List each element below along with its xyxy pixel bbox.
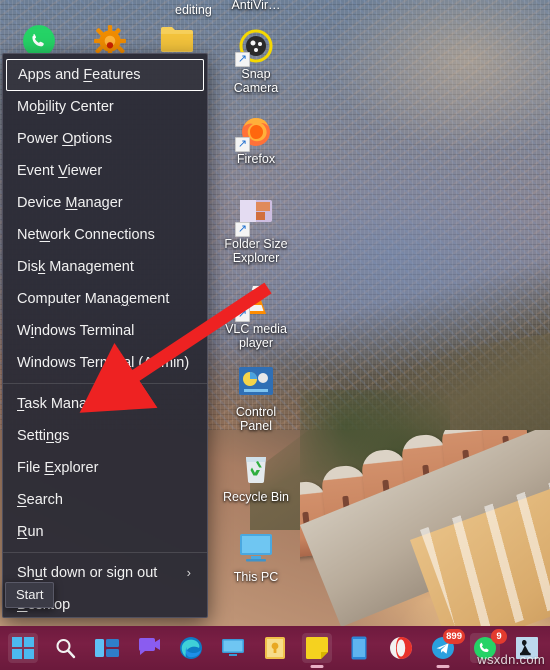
desktop-icon-label: Control Panel — [235, 405, 277, 433]
desktop-icon-control-panel[interactable]: Control Panel — [213, 366, 299, 433]
power-menu-item-windows-terminal[interactable]: Windows Terminal — [3, 315, 207, 347]
power-menu-item-label: Apps and Features — [18, 67, 141, 83]
taskbar-item-telegram[interactable]: 899 — [428, 629, 465, 668]
microsoft-edge-icon — [180, 637, 202, 659]
desktop-editing-label: editing — [175, 3, 212, 17]
running-indicator — [436, 665, 450, 668]
taskbar-item-notes-app[interactable] — [302, 633, 332, 668]
power-menu-item-label: Windows Terminal (Admin) — [17, 355, 190, 371]
power-menu-item-device-manager[interactable]: Device Manager — [3, 187, 207, 219]
firefox-icon: ↗ — [235, 113, 274, 152]
opera-icon — [390, 637, 412, 659]
power-menu-item-event-viewer[interactable]: Event Viewer — [3, 155, 207, 187]
power-menu-item-label: File Explorer — [17, 460, 99, 476]
taskbar-item-task-view[interactable] — [92, 633, 122, 663]
desktop-icon-label: Snap Camera — [233, 67, 279, 95]
taskbar-item-microsoft-edge[interactable] — [176, 633, 206, 663]
power-menu-item-power-options[interactable]: Power Options — [3, 123, 207, 155]
sticky-notes-icon — [265, 637, 285, 659]
desktop-icon-vlc[interactable]: ↗ VLC media player — [213, 283, 299, 350]
this-pc-monitor-icon — [238, 531, 274, 567]
power-menu-item-label: Network Connections — [17, 227, 155, 243]
power-menu-item-label: Shut down or sign out — [17, 565, 158, 581]
power-menu-item-disk-management[interactable]: Disk Management — [3, 251, 207, 283]
chat-icon — [139, 638, 160, 655]
shortcut-arrow-icon: ↗ — [235, 222, 250, 237]
search-icon — [56, 639, 76, 659]
desktop-icon-label: Folder Size Explorer — [224, 237, 288, 265]
desktop-icon-folder-size-explorer[interactable]: ↗ Folder Size Explorer — [213, 198, 299, 265]
watermark: wsxdn.com — [477, 652, 545, 667]
folder-size-explorer-icon: ↗ — [235, 198, 274, 237]
taskbar-item-phone-link[interactable] — [344, 633, 374, 663]
power-menu-item-search[interactable]: Search — [3, 484, 207, 516]
desktop-icon-label: VLC media player — [225, 322, 287, 350]
power-menu-item-file-explorer[interactable]: File Explorer — [3, 452, 207, 484]
power-menu-separator — [3, 383, 207, 384]
remote-desktop-monitor-icon — [222, 639, 244, 656]
wallpaper-warm-city — [330, 0, 550, 150]
desktop-icon-recycle-bin[interactable]: Recycle Bin — [213, 451, 299, 504]
power-menu-item-label: Power Options — [17, 131, 113, 147]
desktop-icon-label: Recycle Bin — [223, 490, 289, 504]
power-menu-item-label: Search — [17, 492, 63, 508]
desktop-icon-antivirus[interactable]: AntiVir… — [213, 0, 299, 12]
power-menu-item-label: Run — [17, 524, 44, 540]
shortcut-arrow-icon: ↗ — [235, 52, 250, 67]
desktop-icon-this-pc[interactable]: This PC — [213, 531, 299, 584]
desktop-icon-firefox[interactable]: ↗ Firefox — [213, 113, 299, 166]
power-menu-item-settings[interactable]: Settings — [3, 420, 207, 452]
taskbar[interactable]: 899 9 — [0, 626, 550, 670]
power-menu-item-label: Device Manager — [17, 195, 123, 211]
telegram-badge: 899 — [443, 629, 465, 644]
control-panel-icon — [238, 366, 274, 402]
power-menu-item-label: Mobility Center — [17, 99, 114, 115]
snap-camera-icon: ↗ — [235, 28, 274, 67]
desktop-icon-label: AntiVir… — [231, 0, 281, 12]
chevron-right-icon: › — [186, 565, 191, 580]
power-menu-item-task-manager[interactable]: Task Manager — [3, 388, 207, 420]
power-menu-item-label: Task Manager — [17, 396, 109, 412]
power-menu-item-label: Event Viewer — [17, 163, 103, 179]
power-menu-item-label: Settings — [17, 428, 70, 444]
power-menu-item-label: Computer Management — [17, 291, 170, 307]
shortcut-arrow-icon: ↗ — [235, 137, 250, 152]
taskbar-item-search[interactable] — [50, 633, 80, 663]
desktop-screen: editing AntiVir… ↗ Snap Camera ↗ Firefox… — [0, 0, 550, 670]
shortcut-arrow-icon: ↗ — [235, 307, 250, 322]
power-menu-item-windows-terminal-admin[interactable]: Windows Terminal (Admin) — [3, 347, 207, 379]
desktop-icon-snap-camera[interactable]: ↗ Snap Camera — [213, 28, 299, 95]
vlc-cone-icon: ↗ — [235, 283, 274, 322]
windows-start-icon — [12, 637, 34, 659]
running-indicator — [310, 665, 324, 668]
power-menu-item-label: Windows Terminal — [17, 323, 135, 339]
desktop-icon-label: This PC — [233, 570, 279, 584]
power-menu-item-computer-management[interactable]: Computer Management — [3, 283, 207, 315]
taskbar-item-opera[interactable] — [386, 633, 416, 663]
taskbar-item-remote-desktop[interactable] — [218, 633, 248, 663]
power-menu-item-apps-and-features[interactable]: Apps and Features — [6, 59, 204, 91]
taskbar-item-sticky-notes[interactable] — [260, 633, 290, 663]
start-tooltip: Start — [5, 582, 55, 608]
power-menu-separator — [3, 552, 207, 553]
power-user-menu[interactable]: Apps and Features Mobility Center Power Op… — [2, 53, 208, 618]
power-menu-item-run[interactable]: Run — [3, 516, 207, 548]
notes-app-icon — [306, 637, 328, 659]
taskbar-item-chat[interactable] — [134, 633, 164, 663]
power-menu-item-mobility-center[interactable]: Mobility Center — [3, 91, 207, 123]
wallpaper-fort-wall — [300, 430, 550, 630]
phone-link-icon — [351, 636, 367, 660]
power-menu-item-label: Disk Management — [17, 259, 134, 275]
taskbar-item-start[interactable] — [8, 633, 38, 663]
desktop-icon-label: Firefox — [236, 152, 276, 166]
power-menu-item-network-connections[interactable]: Network Connections — [3, 219, 207, 251]
recycle-bin-icon — [238, 451, 274, 487]
task-view-icon — [95, 639, 119, 657]
whatsapp-badge: 9 — [491, 629, 507, 644]
